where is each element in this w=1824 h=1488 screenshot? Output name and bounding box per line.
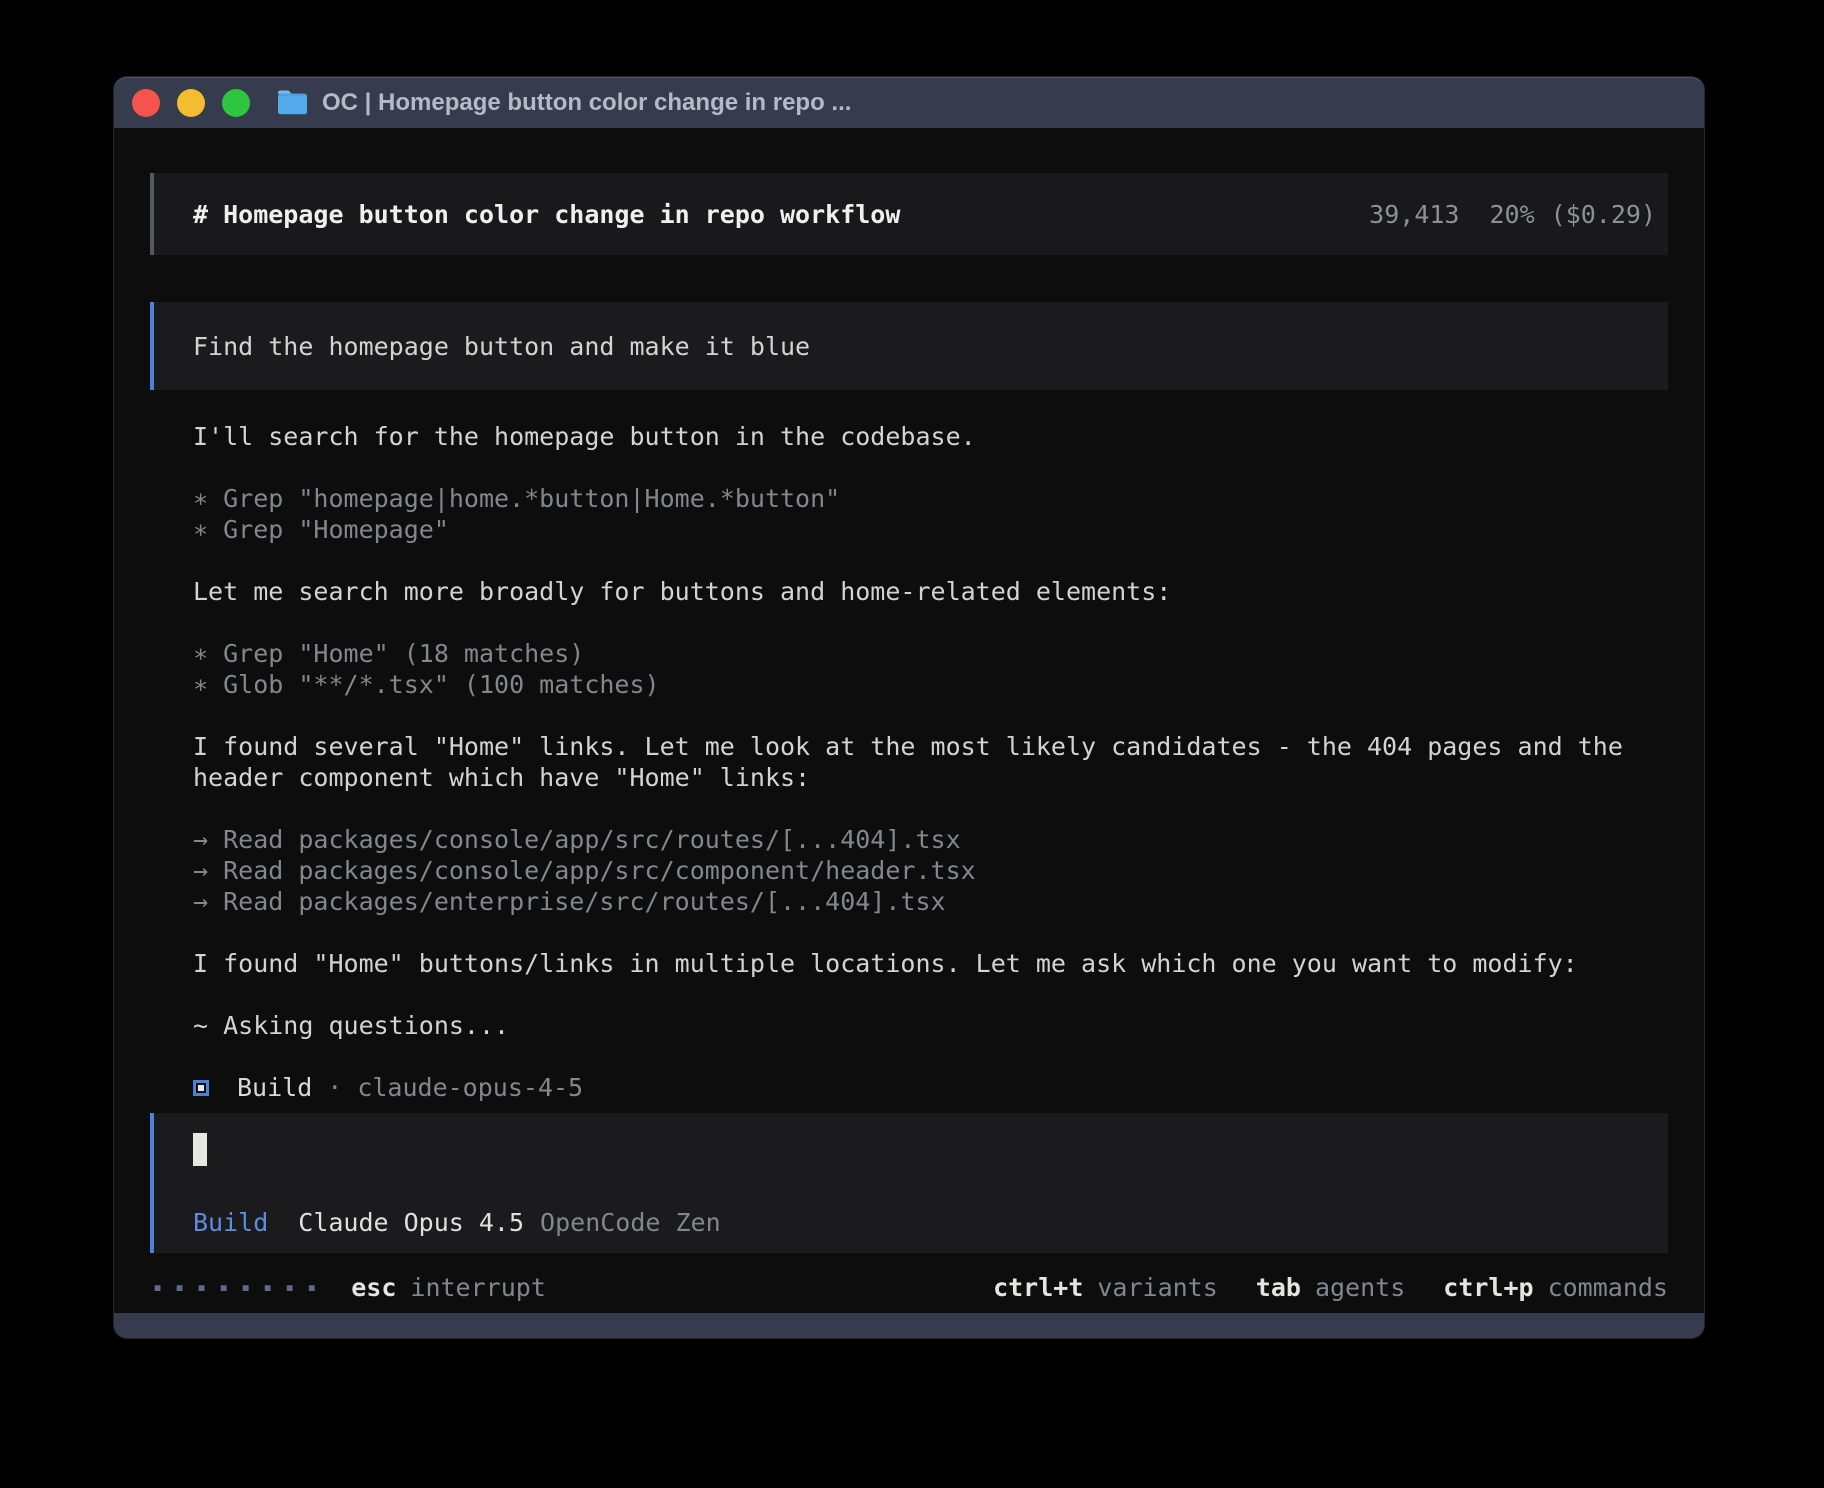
input-model-label: Claude Opus 4.5: [298, 1208, 524, 1237]
assistant-status-line: ~ Asking questions...: [193, 1010, 1668, 1041]
tool-call-line: → Read packages/console/app/src/componen…: [193, 855, 1668, 886]
window-title: OC | Homepage button color change in rep…: [322, 89, 851, 117]
tool-call-line: ∗ Grep "Homepage": [193, 514, 1668, 545]
assistant-transcript: I'll search for the homepage button in t…: [193, 421, 1668, 1103]
terminal-window: OC | Homepage button color change in rep…: [114, 77, 1704, 1338]
input-provider-label: OpenCode Zen: [540, 1208, 721, 1237]
assistant-text-line: I found "Home" buttons/links in multiple…: [193, 948, 1668, 979]
status-bar: ▪▪▪▪▪▪▪▪ escinterrupt ctrl+tvariants tab…: [150, 1267, 1668, 1307]
user-message: Find the homepage button and make it blu…: [150, 302, 1668, 390]
session-cost: ($0.29): [1551, 200, 1656, 229]
user-message-text: Find the homepage button and make it blu…: [193, 332, 810, 361]
tool-call-line: → Read packages/console/app/src/routes/[…: [193, 824, 1668, 855]
session-stats: 39,413 20% ($0.29): [1369, 200, 1656, 229]
title-bar[interactable]: OC | Homepage button color change in rep…: [114, 77, 1704, 128]
hint-variants: ctrl+tvariants: [993, 1273, 1218, 1302]
agent-status-row: Build · claude-opus-4-5: [193, 1072, 1668, 1103]
tool-call-group: ∗ Grep "Home" (18 matches) ∗ Glob "**/*.…: [193, 638, 1668, 700]
tool-call-line: → Read packages/enterprise/src/routes/[.…: [193, 886, 1668, 917]
session-header: # Homepage button color change in repo w…: [150, 173, 1668, 255]
assistant-paragraph: I found "Home" buttons/links in multiple…: [193, 948, 1668, 979]
terminal-content: # Homepage button color change in repo w…: [114, 128, 1704, 1313]
tool-call-group: ∗ Grep "homepage|home.*button|Home.*butt…: [193, 483, 1668, 545]
spinner-dots: ▪▪▪▪▪▪▪▪: [153, 1278, 329, 1296]
close-button[interactable]: [132, 89, 160, 117]
hint-agents: tabagents: [1256, 1273, 1405, 1302]
hint-commands: ctrl+pcommands: [1443, 1273, 1668, 1302]
agent-separator: ·: [327, 1072, 342, 1103]
hint-interrupt: escinterrupt: [351, 1273, 546, 1302]
status-right: ctrl+tvariants tabagents ctrl+pcommands: [993, 1273, 1668, 1302]
token-count: 39,413: [1369, 200, 1459, 229]
zoom-button[interactable]: [222, 89, 250, 117]
prompt-input[interactable]: Build Claude Opus 4.5 OpenCode Zen: [150, 1113, 1668, 1253]
tool-call-line: ∗ Grep "Home" (18 matches): [193, 638, 1668, 669]
agent-build-icon: [193, 1080, 209, 1096]
text-cursor: [193, 1133, 207, 1166]
agent-name: Build: [237, 1072, 312, 1103]
tool-call-group: → Read packages/console/app/src/routes/[…: [193, 824, 1668, 917]
assistant-paragraph: ~ Asking questions...: [193, 1010, 1668, 1041]
assistant-paragraph: I found several "Home" links. Let me loo…: [193, 731, 1668, 793]
assistant-text-line: Let me search more broadly for buttons a…: [193, 576, 1668, 607]
tool-call-line: ∗ Grep "homepage|home.*button|Home.*butt…: [193, 483, 1668, 514]
input-mode-label: Build: [193, 1208, 268, 1237]
session-title: # Homepage button color change in repo w…: [193, 200, 900, 229]
assistant-text-line: I'll search for the homepage button in t…: [193, 421, 1668, 452]
agent-model: claude-opus-4-5: [357, 1072, 583, 1103]
assistant-paragraph: Let me search more broadly for buttons a…: [193, 576, 1668, 607]
window-bottom-chrome: [114, 1313, 1704, 1338]
input-meta: Build Claude Opus 4.5 OpenCode Zen: [193, 1208, 1656, 1237]
assistant-text-line: I found several "Home" links. Let me loo…: [193, 731, 1668, 793]
context-percent: 20%: [1489, 200, 1534, 229]
folder-icon: [276, 89, 309, 116]
minimize-button[interactable]: [177, 89, 205, 117]
tool-call-line: ∗ Glob "**/*.tsx" (100 matches): [193, 669, 1668, 700]
assistant-paragraph: I'll search for the homepage button in t…: [193, 421, 1668, 452]
status-left: ▪▪▪▪▪▪▪▪ escinterrupt: [150, 1273, 546, 1302]
